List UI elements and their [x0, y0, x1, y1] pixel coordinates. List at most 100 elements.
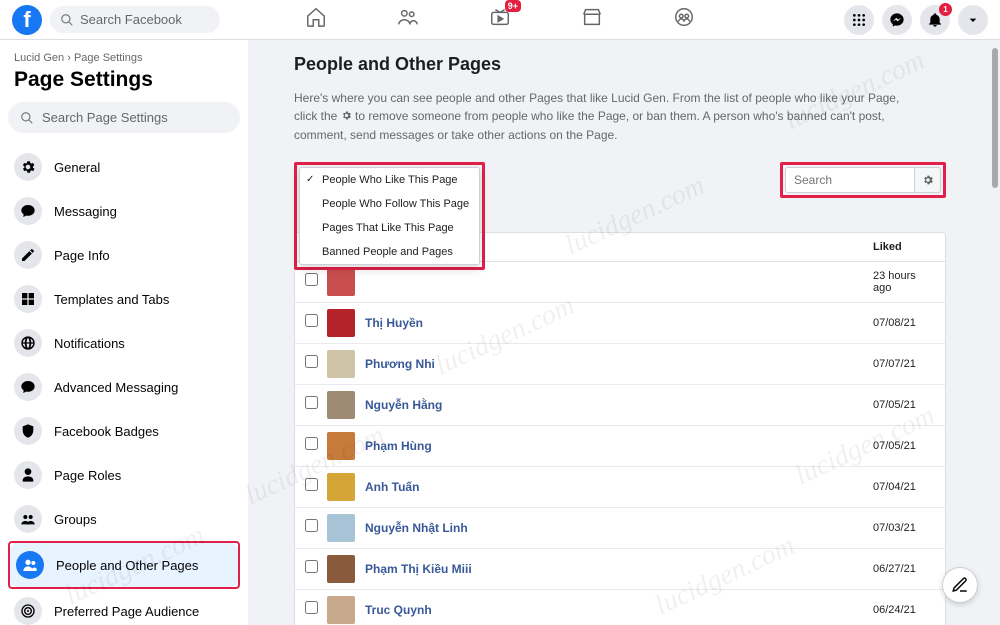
marketplace-icon[interactable]	[581, 6, 603, 33]
row-checkbox[interactable]	[305, 355, 318, 368]
row-checkbox[interactable]	[305, 273, 318, 286]
sidebar-item-people-and-other-pages[interactable]: People and Other Pages	[10, 543, 238, 587]
sidebar-item-templates-and-tabs[interactable]: Templates and Tabs	[8, 277, 240, 321]
sidebar-item-label: People and Other Pages	[56, 558, 198, 573]
avatar[interactable]	[327, 391, 355, 419]
breadcrumb-leaf[interactable]: Page Settings	[74, 52, 143, 64]
target-icon	[14, 597, 42, 625]
person-name-link[interactable]: Thị Huyền	[365, 316, 873, 330]
panel-title: People and Other Pages	[294, 54, 946, 75]
watch-icon[interactable]: 9+	[489, 6, 511, 33]
row-checkbox[interactable]	[305, 314, 318, 327]
table-row: Anh Tuấn07/04/21	[295, 467, 945, 508]
table-row: Phương Nhi07/07/21	[295, 344, 945, 385]
home-icon[interactable]	[305, 6, 327, 33]
gear-icon	[341, 108, 352, 126]
table-header-liked: Liked	[873, 241, 935, 253]
person-name-link[interactable]: Phạm Thị Kiều Miii	[365, 562, 873, 576]
avatar[interactable]	[327, 473, 355, 501]
avatar[interactable]	[327, 596, 355, 624]
sidebar-search-placeholder: Search Page Settings	[42, 110, 168, 125]
top-bar: f Search Facebook 9+ 1	[0, 0, 1000, 40]
sidebar-search[interactable]: Search Page Settings	[8, 102, 240, 133]
liked-date: 07/05/21	[873, 440, 935, 452]
search-icon	[60, 13, 74, 27]
people-table: Liked 23 hours agoThị Huyền07/08/21Phươn…	[294, 232, 946, 625]
filter-option[interactable]: People Who Like This Page	[300, 168, 479, 192]
compose-button[interactable]	[942, 567, 978, 603]
sidebar-item-label: Facebook Badges	[54, 424, 159, 439]
menu-button[interactable]	[844, 5, 874, 35]
sidebar-item-page-roles[interactable]: Page Roles	[8, 453, 240, 497]
sidebar-item-advanced-messaging[interactable]: Advanced Messaging	[8, 365, 240, 409]
avatar[interactable]	[327, 514, 355, 542]
gear-icon	[922, 174, 934, 186]
person-name-link[interactable]: Phương Nhi	[365, 357, 873, 371]
person-name-link[interactable]: Truc Quynh	[365, 603, 873, 617]
liked-date: 07/04/21	[873, 481, 935, 493]
groups-icon[interactable]	[673, 6, 695, 33]
table-row: Thị Huyền07/08/21	[295, 303, 945, 344]
sidebar-title: Page Settings	[8, 68, 240, 102]
people-search-settings-button[interactable]	[915, 167, 941, 193]
liked-date: 07/03/21	[873, 522, 935, 534]
sidebar-item-label: Advanced Messaging	[54, 380, 178, 395]
sidebar-item-messaging[interactable]: Messaging	[8, 189, 240, 233]
liked-date: 06/27/21	[873, 563, 935, 575]
breadcrumb-root[interactable]: Lucid Gen	[14, 52, 64, 64]
filter-dropdown-menu[interactable]: People Who Like This PagePeople Who Foll…	[299, 167, 480, 265]
row-checkbox[interactable]	[305, 396, 318, 409]
avatar[interactable]	[327, 432, 355, 460]
watch-badge: 9+	[505, 0, 521, 12]
person-name-link[interactable]: Nguyễn Hằng	[365, 398, 873, 412]
avatar[interactable]	[327, 268, 355, 296]
sidebar-item-notifications[interactable]: Notifications	[8, 321, 240, 365]
table-row: Phạm Thị Kiều Miii06/27/21	[295, 549, 945, 590]
account-button[interactable]	[958, 5, 988, 35]
badge-icon	[14, 417, 42, 445]
sidebar-item-label: Page Roles	[54, 468, 121, 483]
avatar[interactable]	[327, 309, 355, 337]
globe-icon	[14, 329, 42, 357]
sidebar-item-label: Page Info	[54, 248, 110, 263]
sidebar-item-page-info[interactable]: Page Info	[8, 233, 240, 277]
sidebar-item-facebook-badges[interactable]: Facebook Badges	[8, 409, 240, 453]
people-icon	[16, 551, 44, 579]
compose-icon	[951, 576, 969, 594]
row-checkbox[interactable]	[305, 437, 318, 450]
sidebar-item-label: General	[54, 160, 100, 175]
people-search-input[interactable]	[785, 167, 915, 193]
table-row: Nguyễn Nhật Linh07/03/21	[295, 508, 945, 549]
scrollbar[interactable]	[990, 40, 1000, 625]
people-search-highlight	[780, 162, 946, 198]
sidebar-item-groups[interactable]: Groups	[8, 497, 240, 541]
notifications-button[interactable]: 1	[920, 5, 950, 35]
person-name-link[interactable]: Anh Tuấn	[365, 480, 873, 494]
filter-option[interactable]: Pages That Like This Page	[300, 216, 479, 240]
liked-date: 07/07/21	[873, 358, 935, 370]
liked-date: 07/08/21	[873, 317, 935, 329]
filter-option[interactable]: People Who Follow This Page	[300, 192, 479, 216]
row-checkbox[interactable]	[305, 478, 318, 491]
sidebar-item-label: Templates and Tabs	[54, 292, 169, 307]
person-name-link[interactable]: Nguyễn Nhật Linh	[365, 521, 873, 535]
avatar[interactable]	[327, 350, 355, 378]
facebook-logo[interactable]: f	[12, 5, 42, 35]
sidebar-item-general[interactable]: General	[8, 145, 240, 189]
chat-icon	[14, 197, 42, 225]
person-name-link[interactable]: Phạm Hùng	[365, 439, 873, 453]
row-checkbox[interactable]	[305, 601, 318, 614]
sidebar-item-preferred-page-audience[interactable]: Preferred Page Audience	[8, 589, 240, 625]
global-search[interactable]: Search Facebook	[50, 6, 220, 33]
row-checkbox[interactable]	[305, 560, 318, 573]
grid-icon	[14, 285, 42, 313]
sidebar-item-label: Notifications	[54, 336, 125, 351]
avatar[interactable]	[327, 555, 355, 583]
filter-option[interactable]: Banned People and Pages	[300, 240, 479, 264]
settings-sidebar: Lucid Gen › Page Settings Page Settings …	[0, 40, 248, 625]
messenger-button[interactable]	[882, 5, 912, 35]
table-row: Phạm Hùng07/05/21	[295, 426, 945, 467]
friends-icon[interactable]	[397, 6, 419, 33]
person-icon	[14, 461, 42, 489]
row-checkbox[interactable]	[305, 519, 318, 532]
